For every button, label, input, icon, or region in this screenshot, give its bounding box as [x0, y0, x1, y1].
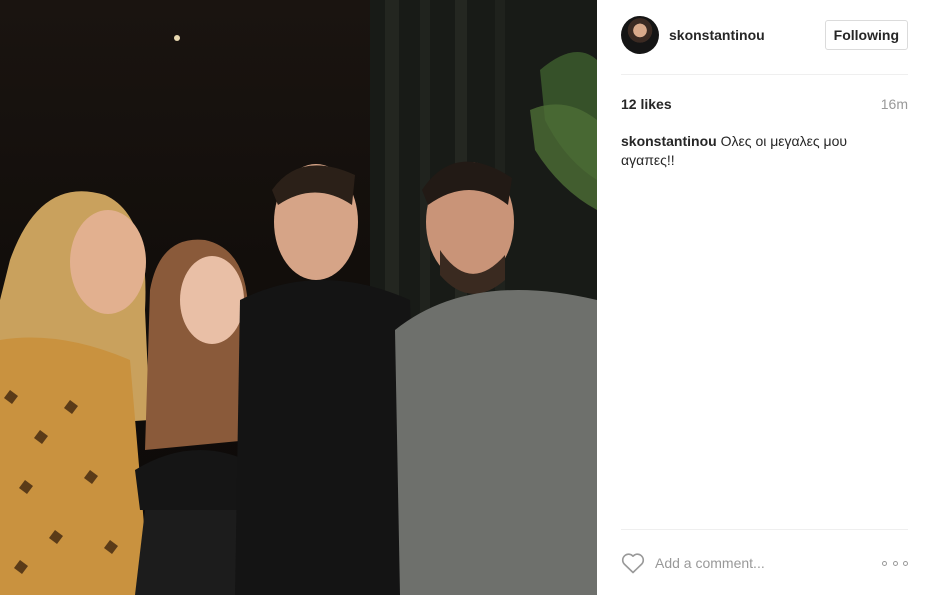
post-details-panel: skonstantinou Following 12 likes 16m sko…	[597, 0, 928, 595]
author-username[interactable]: skonstantinou	[669, 27, 825, 43]
likes-row: 12 likes 16m	[621, 95, 908, 113]
caption-username[interactable]: skonstantinou	[621, 133, 717, 149]
footer-divider	[621, 529, 908, 530]
post-caption: skonstantinou Ολες οι μεγαλες μου αγαπες!…	[621, 132, 881, 170]
post-timestamp[interactable]: 16m	[881, 96, 908, 112]
header-divider	[621, 74, 908, 75]
post-photo[interactable]	[0, 0, 597, 595]
following-button[interactable]: Following	[824, 20, 908, 50]
photo-illustration	[0, 0, 597, 595]
comment-bar	[621, 550, 908, 576]
heart-icon[interactable]	[621, 552, 645, 574]
likes-count[interactable]: 12 likes	[621, 96, 672, 112]
more-options-icon[interactable]	[882, 553, 908, 573]
post-header: skonstantinou Following	[621, 14, 908, 56]
comment-input[interactable]	[655, 555, 882, 571]
avatar[interactable]	[621, 16, 659, 54]
